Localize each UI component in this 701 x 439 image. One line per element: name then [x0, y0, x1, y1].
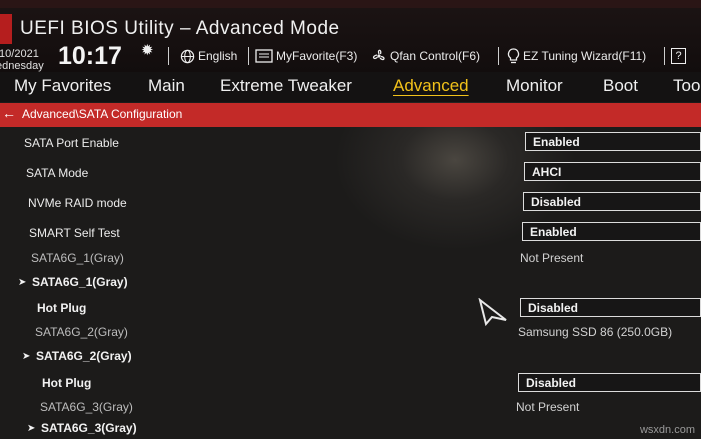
breadcrumb-bar: ← Advanced\SATA Configuration — [0, 103, 701, 127]
myfavorite-button[interactable]: MyFavorite(F3) — [255, 47, 357, 65]
ez-tuning-label: EZ Tuning Wizard(F11) — [523, 49, 647, 63]
tab-advanced[interactable]: Advanced — [393, 76, 469, 96]
language-button[interactable]: English — [180, 47, 237, 65]
language-label: English — [198, 49, 238, 63]
setting-label: NVMe RAID mode — [28, 196, 127, 210]
setting-label: SATA Mode — [26, 166, 89, 180]
breadcrumb: Advanced\SATA Configuration — [22, 107, 183, 121]
header-divider — [248, 47, 249, 65]
header-divider — [168, 47, 169, 65]
help-button[interactable]: ? — [671, 47, 686, 65]
rog-logo — [0, 14, 12, 44]
port-info-label: SATA6G_2(Gray) — [35, 325, 128, 339]
tab-boot[interactable]: Boot — [603, 76, 638, 96]
setting-label: SATA Port Enable — [24, 136, 119, 150]
back-arrow-icon[interactable]: ← — [2, 105, 16, 121]
tab-monitor[interactable]: Monitor — [506, 76, 563, 96]
port-status-value: Not Present — [520, 251, 584, 265]
submenu-arrow-icon: ➤ — [18, 277, 27, 288]
port-device-value: Samsung SSD 86 (250.0GB) — [518, 325, 673, 339]
tab-main[interactable]: Main — [148, 76, 185, 96]
setting-label: SMART Self Test — [29, 226, 120, 240]
fan-icon — [372, 49, 385, 61]
help-icon: ? — [671, 48, 686, 64]
sata6g-3-submenu[interactable]: SATA6G_3(Gray) — [41, 421, 137, 435]
day-label: ednesday — [0, 60, 44, 72]
hot-plug-2-dropdown[interactable]: Disabled — [518, 373, 701, 392]
port-info-label: SATA6G_3(Gray) — [40, 400, 133, 414]
hot-plug-1-dropdown[interactable]: Disabled — [520, 298, 701, 317]
submenu-arrow-icon: ➤ — [27, 423, 36, 434]
tab-tool[interactable]: Too — [673, 76, 700, 96]
gear-icon[interactable]: ✹ — [141, 41, 154, 59]
submenu-arrow-icon: ➤ — [22, 351, 31, 362]
nav-tabs: My Favorites Main Extreme Tweaker Advanc… — [0, 72, 701, 102]
sata-mode-dropdown[interactable]: AHCI — [524, 162, 701, 181]
favorite-icon — [255, 49, 273, 63]
smart-self-test-dropdown[interactable]: Enabled — [522, 222, 701, 241]
mouse-cursor-icon — [478, 298, 507, 326]
watermark: wsxdn.com — [639, 424, 695, 436]
tab-my-favorites[interactable]: My Favorites — [14, 76, 111, 96]
port-status-value: Not Present — [516, 400, 580, 414]
nvme-raid-dropdown[interactable]: Disabled — [523, 192, 701, 211]
bios-screen: UEFI BIOS Utility – Advanced Mode /10/20… — [0, 0, 701, 439]
tab-extreme-tweaker[interactable]: Extreme Tweaker — [220, 76, 352, 96]
qfan-control-button[interactable]: Qfan Control(F6) — [371, 47, 480, 65]
clock-time: 10:17 — [58, 42, 122, 70]
setting-label: Hot Plug — [37, 301, 87, 315]
header-divider — [498, 47, 499, 65]
myfavorite-label: MyFavorite(F3) — [276, 49, 358, 63]
sata6g-2-submenu[interactable]: SATA6G_2(Gray) — [36, 349, 132, 363]
header-divider — [664, 47, 665, 65]
header-bar: UEFI BIOS Utility – Advanced Mode /10/20… — [0, 0, 701, 72]
ez-tuning-button[interactable]: EZ Tuning Wizard(F11) — [507, 47, 646, 65]
bulb-icon — [507, 48, 520, 64]
setting-label: Hot Plug — [42, 376, 92, 390]
globe-icon — [180, 49, 195, 63]
port-info-label: SATA6G_1(Gray) — [31, 251, 124, 265]
date-label: /10/2021 — [0, 48, 39, 60]
qfan-label: Qfan Control(F6) — [390, 49, 481, 63]
sata-port-enable-dropdown[interactable]: Enabled — [525, 132, 701, 151]
sata6g-1-submenu[interactable]: SATA6G_1(Gray) — [32, 275, 128, 289]
app-title: UEFI BIOS Utility – Advanced Mode — [20, 18, 340, 39]
